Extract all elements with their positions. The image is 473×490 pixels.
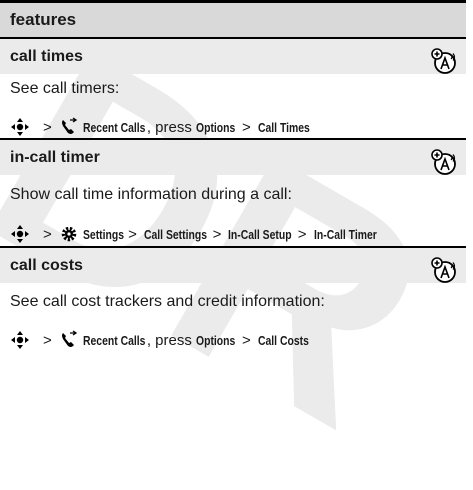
section-call-times: call times See call timers: > Recent Cal… xyxy=(0,37,466,138)
recent-calls-label: Recent Calls xyxy=(82,119,146,135)
call-settings-label: Call Settings xyxy=(143,226,207,242)
menu-path: > Settings > Call Settings > In-Call Set… xyxy=(10,224,392,244)
section-description: Show call time information during a call… xyxy=(10,186,292,203)
navigation-key-icon xyxy=(11,331,29,349)
separator: > xyxy=(43,225,52,243)
call-times-label: Call Times xyxy=(257,119,310,135)
press-text: , press xyxy=(146,331,192,349)
separator: > xyxy=(241,331,251,349)
recent-calls-icon xyxy=(61,330,77,347)
recent-calls-icon xyxy=(61,117,77,134)
separator: > xyxy=(43,331,52,349)
call-costs-label: Call Costs xyxy=(257,332,309,348)
table-header: features xyxy=(0,0,466,37)
menu-path: > Recent Calls , press Options > Call Ti… xyxy=(10,117,323,137)
section-description: See call cost trackers and credit inform… xyxy=(10,293,325,310)
press-text: , press xyxy=(146,118,192,136)
section-title: call times xyxy=(0,39,466,74)
separator: > xyxy=(297,225,307,243)
section-title: call costs xyxy=(0,248,466,283)
network-feature-icon xyxy=(431,48,456,74)
separator: > xyxy=(212,225,222,243)
separator: > xyxy=(241,118,251,136)
navigation-key-icon xyxy=(11,225,29,243)
section-title: in-call timer xyxy=(0,140,466,175)
separator: > xyxy=(43,118,52,136)
network-feature-icon xyxy=(431,257,456,283)
menu-path: > Recent Calls , press Options > Call Co… xyxy=(10,330,321,350)
options-label: Options xyxy=(195,119,236,135)
section-call-costs: call costs See call cost trackers and cr… xyxy=(0,246,466,350)
settings-gear-icon xyxy=(61,226,77,242)
section-description: See call timers: xyxy=(10,80,120,97)
features-table: features call times See call timers: > R… xyxy=(0,0,466,350)
options-label: Options xyxy=(195,332,236,348)
in-call-timer-label: In-Call Timer xyxy=(313,226,377,242)
navigation-key-icon xyxy=(11,118,29,136)
in-call-setup-label: In-Call Setup xyxy=(228,226,292,242)
recent-calls-label: Recent Calls xyxy=(82,332,146,348)
separator: > xyxy=(128,225,137,243)
section-in-call-timer: in-call timer Show call time information… xyxy=(0,138,466,246)
network-feature-icon xyxy=(431,149,456,175)
settings-label: Settings xyxy=(82,226,124,242)
